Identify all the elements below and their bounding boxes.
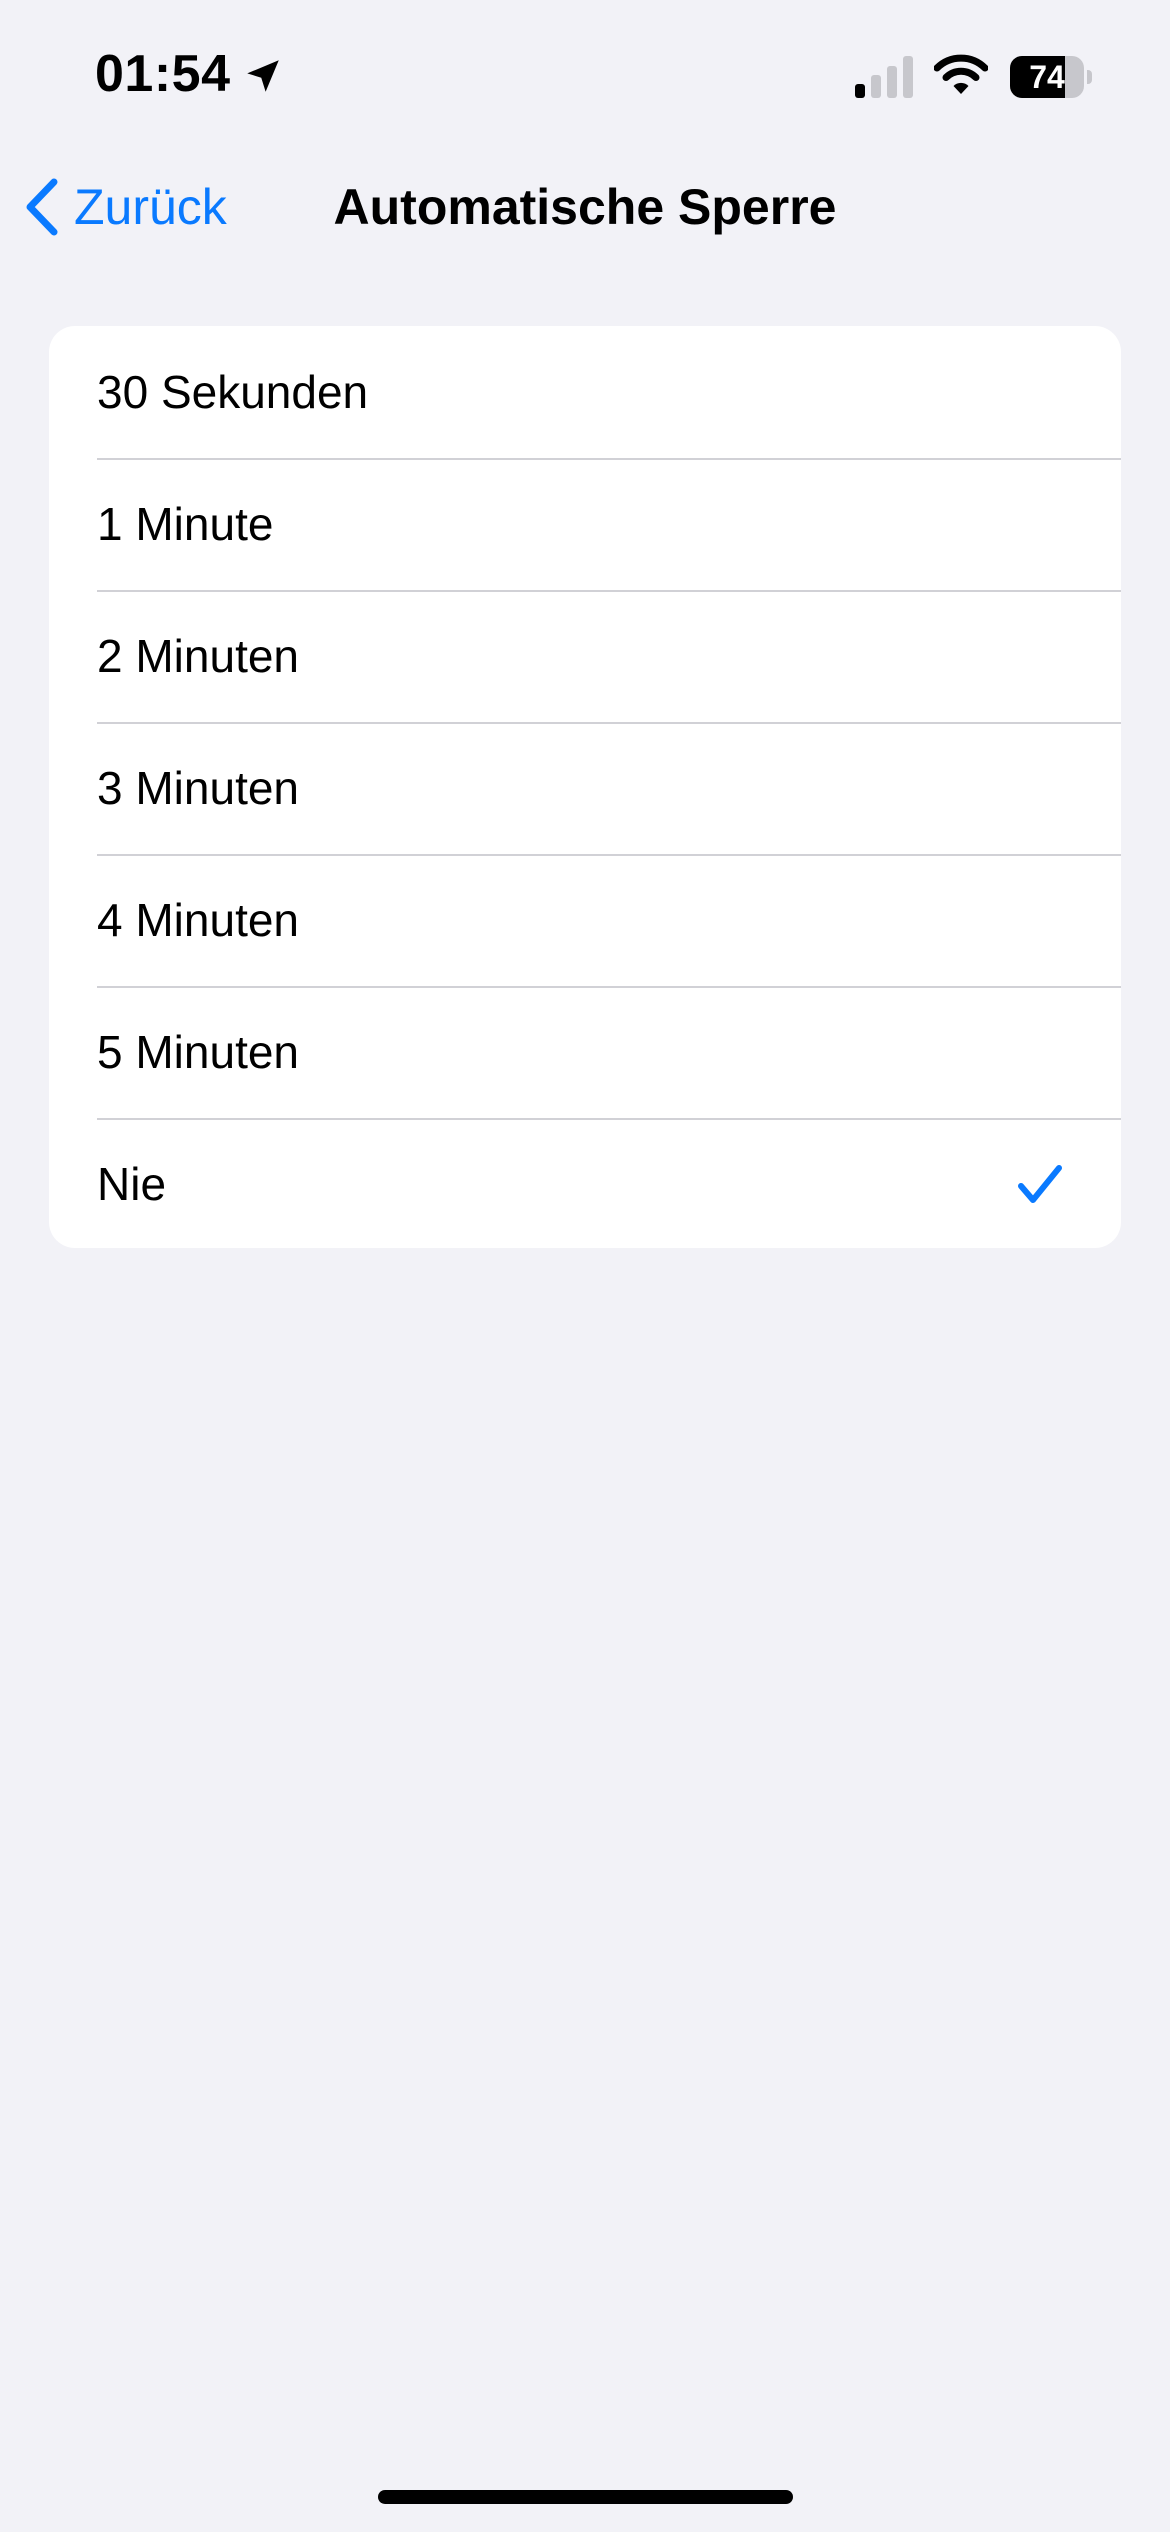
signal-bar-2 xyxy=(871,75,881,98)
battery-level-label: 74 xyxy=(1029,59,1065,95)
location-arrow-icon xyxy=(247,60,279,92)
wifi-icon xyxy=(934,54,988,94)
option-label: Nie xyxy=(97,1158,167,1210)
option-label: 4 Minuten xyxy=(97,894,300,946)
auto-lock-options-list: 30 Sekunden 1 Minute 2 Minuten 3 Minuten 4 M… xyxy=(49,326,1121,1248)
option-row[interactable]: 3 Minuten xyxy=(49,722,1121,854)
cellular-signal-icon xyxy=(855,56,913,98)
battery-cap xyxy=(1087,70,1092,84)
checkmark-icon xyxy=(1018,1165,1062,1203)
option-label: 3 Minuten xyxy=(97,762,300,814)
signal-bar-4 xyxy=(903,56,913,98)
signal-bar-3 xyxy=(887,66,897,98)
battery-indicator: 74 xyxy=(1010,56,1092,98)
option-label: 1 Minute xyxy=(97,498,274,550)
option-row[interactable]: Nie xyxy=(49,1118,1121,1248)
navigation-bar: Zurück Automatische Sperre xyxy=(0,150,1170,265)
option-label: 2 Minuten xyxy=(97,630,300,682)
option-row[interactable]: 1 Minute xyxy=(49,458,1121,590)
home-indicator[interactable] xyxy=(378,2490,793,2504)
option-row[interactable]: 30 Sekunden xyxy=(49,326,1121,458)
battery-body: 74 xyxy=(1010,56,1084,98)
option-label: 5 Minuten xyxy=(97,1026,300,1078)
status-time: 01:54 xyxy=(95,45,231,103)
signal-bar-1 xyxy=(855,84,865,98)
option-label: 30 Sekunden xyxy=(97,366,369,418)
auto-lock-screen: 01:54 74 Zurück Automatische Sperre 30 S… xyxy=(0,0,1170,2532)
page-title: Automatische Sperre xyxy=(333,179,837,235)
option-row[interactable]: 2 Minuten xyxy=(49,590,1121,722)
option-row[interactable]: 5 Minuten xyxy=(49,986,1121,1118)
option-row[interactable]: 4 Minuten xyxy=(49,854,1121,986)
status-bar: 01:54 74 xyxy=(0,0,1170,150)
